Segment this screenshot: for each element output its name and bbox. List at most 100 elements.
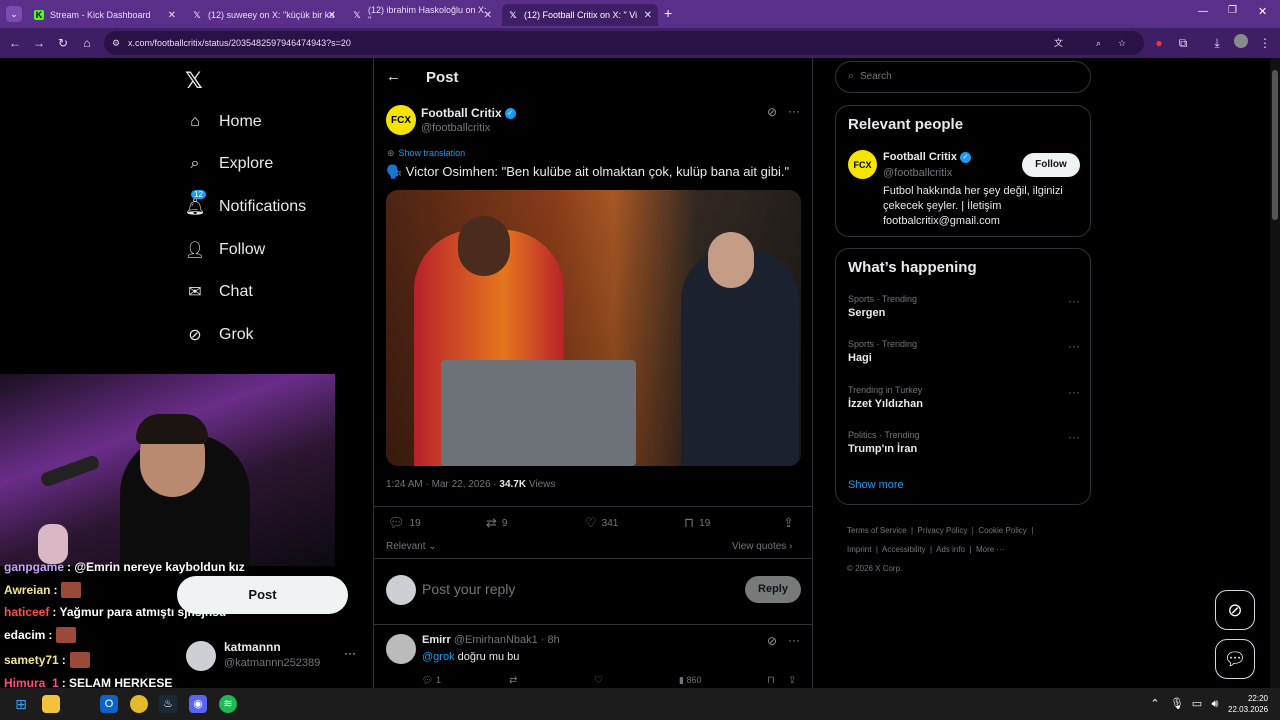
home-button[interactable]: ⌂ bbox=[78, 34, 96, 52]
close-icon[interactable]: ✕ bbox=[328, 10, 336, 21]
person-name-row[interactable]: Football Critix ✓ bbox=[883, 151, 971, 163]
tab-menu-button[interactable]: ⌄ bbox=[6, 6, 22, 22]
account-switcher[interactable]: katmannn @katmannn252389 ··· bbox=[186, 640, 366, 672]
more-icon[interactable]: ··· bbox=[788, 104, 800, 118]
author-avatar[interactable]: FCX bbox=[386, 105, 416, 135]
follow-button[interactable]: Follow bbox=[1022, 153, 1080, 177]
trend-item[interactable]: Trending in Turkey İzzet Yıldızhan ··· bbox=[848, 385, 1080, 410]
close-window-button[interactable]: ✕ bbox=[1258, 5, 1267, 18]
browser-tab[interactable]: K Stream - Kick Dashboard ✕ bbox=[28, 4, 182, 26]
new-tab-button[interactable]: + bbox=[664, 5, 672, 21]
sidebar-item-grok[interactable]: ⊘ Grok bbox=[185, 319, 253, 351]
author-name-row[interactable]: Football Critix ✓ bbox=[421, 106, 516, 120]
share-icon[interactable]: ⇪ bbox=[788, 675, 796, 686]
footer-link[interactable]: Cookie Policy bbox=[978, 526, 1026, 535]
sidebar-item-follow[interactable]: 👤︎ Follow bbox=[185, 234, 265, 266]
file-explorer-icon[interactable] bbox=[42, 695, 60, 713]
more-icon[interactable]: ··· bbox=[788, 633, 800, 647]
address-bar[interactable]: ⚙ x.com/footballcritix/status/2035482597… bbox=[104, 31, 1144, 55]
trend-item[interactable]: Politics · Trending Trump'ın İran ··· bbox=[848, 430, 1080, 455]
steam-icon[interactable]: ♨ bbox=[159, 695, 177, 713]
like-action[interactable]: ♡ 341 bbox=[585, 515, 618, 531]
reload-button[interactable]: ↻ bbox=[54, 34, 72, 52]
reply-author-avatar[interactable] bbox=[386, 634, 416, 664]
reply-action[interactable]: 💬︎ 19 bbox=[388, 515, 421, 531]
repost-action[interactable]: ⇄ 9 bbox=[486, 515, 507, 531]
volume-icon[interactable]: 🔊︎ bbox=[1206, 695, 1224, 713]
chrome-icon[interactable] bbox=[130, 695, 148, 713]
sidebar-item-notifications[interactable]: 🔔︎ 12 Notifications bbox=[185, 190, 306, 223]
scrollbar-thumb[interactable] bbox=[1272, 70, 1278, 220]
spotify-icon[interactable]: ≋ bbox=[219, 695, 237, 713]
close-icon[interactable]: ✕ bbox=[168, 10, 176, 21]
mention-link[interactable]: @grok bbox=[422, 651, 455, 663]
bookmark-icon[interactable]: ⊓ bbox=[767, 675, 775, 686]
zoom-icon[interactable]: ⌕ bbox=[1096, 31, 1101, 55]
reply-author-row[interactable]: Emirr @EmirhanNbak1 · 8h bbox=[422, 634, 560, 646]
close-icon[interactable]: ✕ bbox=[484, 10, 492, 21]
bookmark-star-icon[interactable]: ☆ bbox=[1118, 31, 1126, 55]
minimize-button[interactable]: — bbox=[1198, 6, 1208, 17]
show-translation-link[interactable]: ⊕ Show translation bbox=[387, 148, 465, 159]
footer-link[interactable]: Imprint bbox=[847, 545, 871, 554]
extension-icon[interactable]: ● bbox=[1150, 34, 1168, 52]
maximize-button[interactable]: ❐ bbox=[1228, 5, 1237, 16]
x-logo-icon[interactable]: 𝕏 bbox=[185, 68, 203, 94]
footer-link[interactable]: Accessibility bbox=[882, 545, 926, 554]
more-icon[interactable]: ··· bbox=[344, 646, 356, 660]
footer-link[interactable]: Ads info bbox=[936, 545, 965, 554]
view-quotes-link[interactable]: View quotes › bbox=[732, 541, 792, 552]
windows-start-icon[interactable]: ⊞ bbox=[12, 695, 30, 713]
more-icon[interactable]: ··· bbox=[1068, 385, 1080, 399]
translate-icon[interactable]: 文 bbox=[1054, 31, 1063, 55]
reply-input[interactable]: Post your reply bbox=[422, 581, 515, 597]
more-icon[interactable]: ··· bbox=[1068, 339, 1080, 353]
browser-tab-active[interactable]: 𝕏 (12) Football Critix on X: " Vi ✕ bbox=[502, 4, 658, 26]
microphone-icon[interactable]: 🎙︎ bbox=[1168, 695, 1186, 713]
extensions-puzzle-icon[interactable]: ⧉ bbox=[1174, 34, 1192, 52]
post-button[interactable]: Post bbox=[177, 576, 348, 614]
grok-icon[interactable]: ⊘ bbox=[767, 105, 777, 119]
clock[interactable]: 22:20 22.03.2026 bbox=[1228, 693, 1268, 715]
reply-views[interactable]: ▮ 860 bbox=[679, 675, 701, 686]
download-icon[interactable]: ⤓ bbox=[1208, 34, 1226, 52]
back-button[interactable]: ← bbox=[6, 34, 24, 52]
back-arrow-icon[interactable]: ← bbox=[386, 68, 401, 85]
footer-link[interactable]: Terms of Service bbox=[847, 526, 907, 535]
author-handle[interactable]: @footballcritix bbox=[421, 122, 490, 134]
sidebar-item-chat[interactable]: ✉ Chat bbox=[185, 276, 253, 308]
grok-fab-button[interactable]: ⊘ bbox=[1215, 590, 1255, 630]
person-handle[interactable]: @footballcritix bbox=[883, 167, 952, 179]
profile-avatar[interactable] bbox=[1232, 34, 1250, 52]
sort-dropdown[interactable]: Relevant ⌄ bbox=[386, 541, 437, 552]
share-action[interactable]: ⇪ bbox=[783, 515, 799, 531]
messages-fab-button[interactable]: 💬︎ bbox=[1215, 639, 1255, 679]
footer-link[interactable]: More ··· bbox=[976, 545, 1004, 554]
discord-icon[interactable]: ◉ bbox=[189, 695, 207, 713]
close-icon[interactable]: ✕ bbox=[644, 10, 652, 21]
tray-chevron-icon[interactable]: ⌃ bbox=[1146, 695, 1164, 713]
browser-menu-icon[interactable]: ⋮ bbox=[1256, 34, 1274, 52]
forward-button[interactable]: → bbox=[30, 34, 48, 52]
browser-tab[interactable]: 𝕏 (12) ibrahim Haskoloğlu on X: " ✕ bbox=[346, 4, 498, 26]
page-scrollbar[interactable] bbox=[1270, 58, 1280, 688]
bookmark-action[interactable]: ⊓ 19 bbox=[684, 515, 710, 531]
show-more-link[interactable]: Show more bbox=[848, 479, 904, 491]
reply-button[interactable]: Reply bbox=[745, 576, 801, 603]
outlook-icon[interactable]: O bbox=[100, 695, 118, 713]
trend-item[interactable]: Sports · Trending Hagi ··· bbox=[848, 339, 1080, 364]
footer-link[interactable]: Privacy Policy bbox=[918, 526, 968, 535]
trend-item[interactable]: Sports · Trending Sergen ··· bbox=[848, 294, 1080, 319]
reply-like-action[interactable]: ♡ bbox=[594, 675, 603, 686]
sidebar-item-explore[interactable]: ⌕ Explore bbox=[185, 148, 274, 180]
site-info-icon[interactable]: ⚙ bbox=[112, 31, 120, 55]
reply-repost-action[interactable]: ⇄ bbox=[509, 675, 517, 686]
grok-icon[interactable]: ⊘ bbox=[767, 634, 777, 648]
person-avatar[interactable]: FCX bbox=[848, 150, 877, 179]
display-icon[interactable]: ▭ bbox=[1188, 695, 1206, 713]
more-icon[interactable]: ··· bbox=[1068, 294, 1080, 308]
post-image[interactable] bbox=[386, 190, 801, 466]
reply-reply-action[interactable]: 💬︎ 1 bbox=[422, 675, 441, 686]
sidebar-item-home[interactable]: ⌂ Home bbox=[185, 106, 262, 138]
browser-tab[interactable]: 𝕏 (12) suweey on X: "küçük bir ka ✕ bbox=[186, 4, 342, 26]
